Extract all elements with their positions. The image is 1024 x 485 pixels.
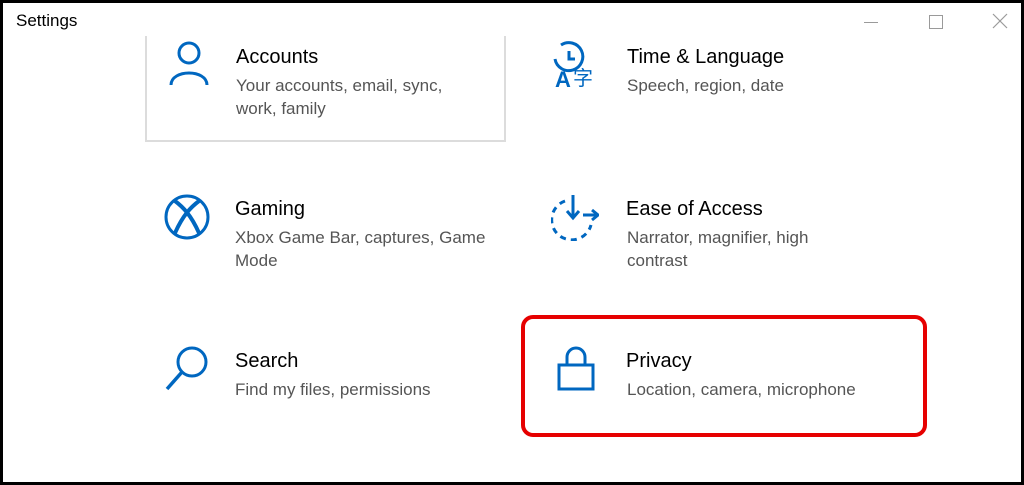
ease-of-access-icon xyxy=(551,195,599,241)
tile-time-language-desc: Speech, region, date xyxy=(627,76,784,95)
tile-time-language-title: Time & Language xyxy=(627,46,785,68)
svg-text:A: A xyxy=(555,67,571,89)
tile-accounts-desc: Your accounts, email, sync, work, family xyxy=(236,76,443,118)
tile-ease-of-access-title: Ease of Access xyxy=(626,198,763,220)
close-icon xyxy=(992,13,1008,29)
tile-accounts[interactable]: Accounts Your accounts, email, sync, wor… xyxy=(163,41,493,141)
tile-ease-of-access-desc: Narrator, magnifier, high contrast xyxy=(627,228,809,270)
settings-window: Settings Accounts Your accounts, email, … xyxy=(0,0,1024,485)
tile-accounts-title: Accounts xyxy=(236,46,319,68)
title-bar: Settings xyxy=(3,3,1021,39)
search-icon xyxy=(165,346,208,391)
tile-search-desc: Find my files, permissions xyxy=(235,380,431,399)
xbox-icon xyxy=(164,194,210,240)
tile-ease-of-access[interactable]: Ease of Access Narrator, magnifier, high… xyxy=(551,193,881,293)
tile-gaming-title: Gaming xyxy=(235,198,306,220)
close-button[interactable] xyxy=(977,3,1021,39)
svg-text:字: 字 xyxy=(573,66,593,89)
tile-search-title: Search xyxy=(235,350,299,372)
time-language-icon: A 字 xyxy=(553,41,593,89)
privacy-highlight-box xyxy=(521,315,927,437)
maximize-button[interactable] xyxy=(913,3,959,39)
person-icon xyxy=(169,41,209,86)
maximize-icon xyxy=(929,15,943,29)
minimize-button[interactable] xyxy=(848,3,894,39)
window-title: Settings xyxy=(16,11,78,30)
minimize-icon xyxy=(864,21,878,23)
tile-gaming[interactable]: Gaming Xbox Game Bar, captures, Game Mod… xyxy=(163,193,493,293)
tile-search[interactable]: Search Find my files, permissions xyxy=(163,345,493,445)
tile-time-language[interactable]: A 字 Time & Language Speech, region, date xyxy=(551,41,881,141)
tile-gaming-desc: Xbox Game Bar, captures, Game Mode xyxy=(235,228,486,270)
